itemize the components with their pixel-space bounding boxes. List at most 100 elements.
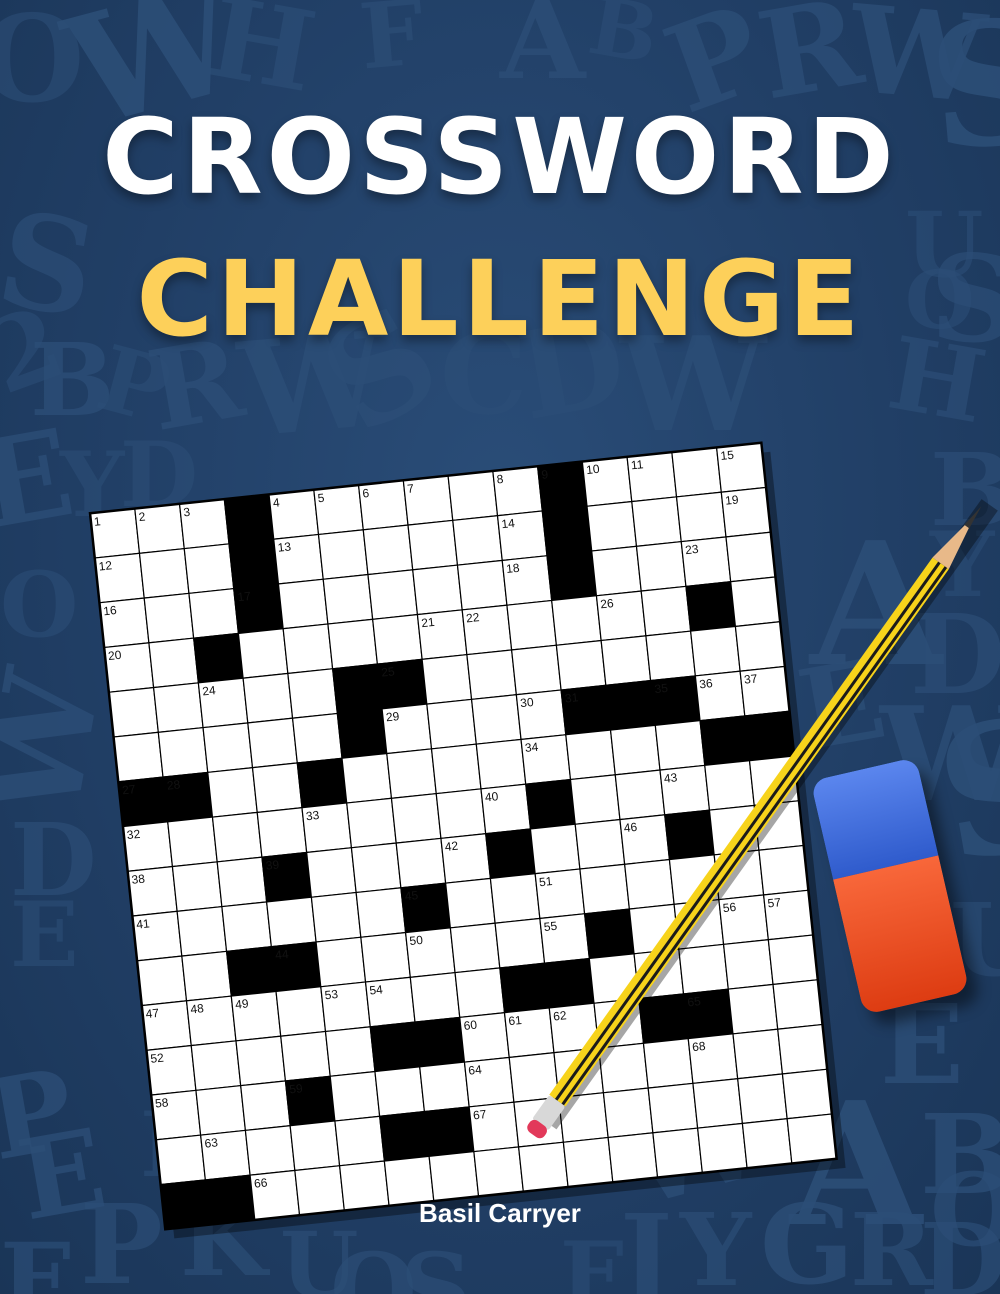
grid-cell bbox=[517, 1141, 569, 1193]
grid-cell bbox=[668, 854, 720, 906]
grid-cell bbox=[777, 1023, 828, 1075]
clue-number: 12 bbox=[98, 558, 113, 573]
grid-cell bbox=[555, 639, 607, 691]
grid-cell bbox=[216, 856, 268, 908]
grid-cell bbox=[645, 630, 697, 682]
grid-cell bbox=[786, 1113, 838, 1165]
clue-number: 55 bbox=[543, 919, 558, 934]
grid-cell bbox=[412, 564, 463, 616]
grid-cell bbox=[138, 547, 190, 599]
clue-number: 52 bbox=[150, 1051, 165, 1066]
grid-cell bbox=[277, 578, 329, 630]
grid-cell bbox=[772, 979, 824, 1030]
grid-cell bbox=[737, 1073, 788, 1125]
grid-cell bbox=[237, 628, 289, 679]
grid-cell bbox=[390, 792, 442, 844]
grid-cell bbox=[322, 573, 374, 625]
clue-number: 19 bbox=[724, 492, 739, 507]
grid-cell bbox=[456, 559, 508, 611]
clue-number: 62 bbox=[552, 1008, 567, 1023]
grid-cell bbox=[513, 1096, 565, 1148]
clue-number: 10 bbox=[586, 462, 601, 477]
grid-cell bbox=[741, 1118, 793, 1169]
clue-number: 24 bbox=[202, 683, 217, 698]
clue-number: 13 bbox=[277, 539, 292, 554]
grid-cell bbox=[167, 816, 218, 868]
grid-cell bbox=[315, 936, 367, 988]
grid-cell bbox=[671, 446, 722, 498]
grid-cell bbox=[722, 939, 774, 990]
grid-cell bbox=[475, 738, 527, 790]
clue-number: 34 bbox=[524, 740, 539, 755]
grid-cell-black bbox=[223, 493, 275, 545]
grid-cell bbox=[221, 901, 272, 953]
grid-cell bbox=[696, 1122, 748, 1174]
clue-number: 39 bbox=[265, 857, 280, 872]
grid-cell bbox=[280, 1030, 331, 1082]
grid-cell bbox=[713, 849, 765, 901]
grid-cell bbox=[143, 592, 195, 644]
grid-cell bbox=[593, 997, 645, 1049]
grid-cell-black bbox=[192, 632, 244, 684]
grid-cell bbox=[506, 599, 558, 651]
grid-cell-black bbox=[583, 908, 635, 960]
clue-number: 68 bbox=[691, 1039, 706, 1054]
clue-number: 23 bbox=[684, 542, 699, 557]
grid-cell bbox=[407, 519, 459, 571]
clue-number: 50 bbox=[409, 933, 424, 948]
grid-cell bbox=[673, 898, 725, 950]
clue-number: 46 bbox=[623, 820, 638, 835]
grid-cell bbox=[678, 943, 729, 995]
clue-number: 28 bbox=[166, 777, 181, 792]
clue-number: 11 bbox=[630, 457, 644, 472]
clue-number: 26 bbox=[600, 596, 615, 611]
grid-cell-black bbox=[225, 946, 277, 997]
grid-cell bbox=[609, 724, 661, 776]
grid-cell bbox=[324, 1026, 376, 1077]
grid-cell bbox=[494, 917, 546, 969]
grid-cell bbox=[730, 576, 781, 628]
grid-cell-black bbox=[485, 828, 536, 880]
grid-cell bbox=[562, 1136, 614, 1188]
clue-number: 58 bbox=[154, 1095, 169, 1110]
grid-cell-black bbox=[605, 679, 656, 731]
grid-cell bbox=[360, 931, 411, 983]
clue-number: 65 bbox=[687, 994, 702, 1009]
grid-cell-black bbox=[541, 505, 593, 557]
grid-cell bbox=[623, 858, 675, 910]
grid-cell bbox=[188, 587, 240, 639]
grid-cell bbox=[310, 891, 362, 943]
grid-cell bbox=[767, 934, 819, 986]
grid-cell bbox=[157, 726, 209, 778]
grid-cell-black bbox=[369, 1021, 421, 1073]
clue-number: 59 bbox=[289, 1081, 304, 1096]
grid-cell bbox=[734, 621, 786, 672]
clue-number: 18 bbox=[505, 561, 520, 576]
grid-cell-black bbox=[414, 1016, 466, 1068]
grid-cell-black bbox=[546, 550, 598, 602]
grid-cell bbox=[607, 1132, 659, 1183]
grid-cell bbox=[428, 1150, 480, 1202]
grid-cell bbox=[598, 1042, 649, 1094]
grid-cell bbox=[647, 1082, 699, 1134]
grid-cell bbox=[430, 743, 482, 795]
grid-cell bbox=[190, 1040, 242, 1092]
grid-cell bbox=[235, 1035, 287, 1087]
grid-cell-black bbox=[699, 715, 751, 767]
grid-cell bbox=[195, 1084, 247, 1136]
grid-cell-black bbox=[336, 708, 388, 759]
grid-cell bbox=[631, 496, 682, 547]
grid-cell bbox=[781, 1068, 833, 1120]
grid-cell bbox=[633, 948, 685, 1000]
grid-cell-black bbox=[685, 581, 737, 632]
grid-cell bbox=[148, 637, 200, 689]
grid-cell bbox=[529, 823, 581, 875]
grid-cell bbox=[409, 971, 461, 1023]
grid-cell bbox=[265, 896, 317, 948]
grid-cell bbox=[136, 955, 188, 1007]
clue-number: 38 bbox=[131, 872, 146, 887]
clue-number: 30 bbox=[520, 695, 535, 710]
clue-number: 33 bbox=[305, 808, 320, 823]
clue-number: 36 bbox=[699, 676, 714, 691]
grid-cell bbox=[692, 1077, 744, 1129]
